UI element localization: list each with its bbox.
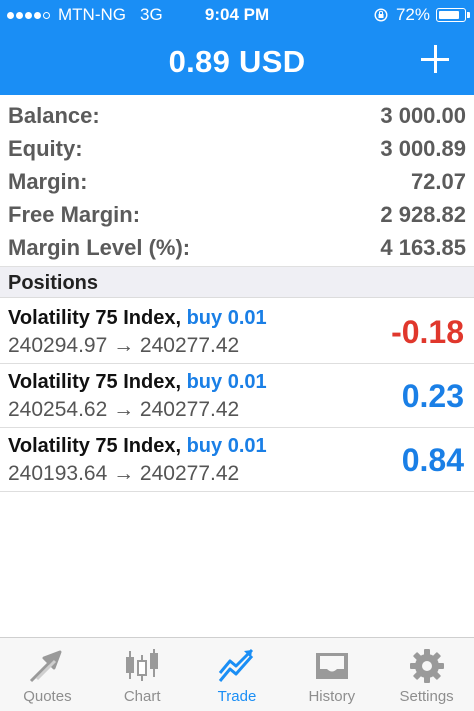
position-row[interactable]: Volatility 75 Index, buy 0.01 240193.64 … (0, 428, 474, 492)
position-symbol: Volatility 75 Index, (8, 435, 182, 457)
position-title: Volatility 75 Index, buy 0.01 (8, 371, 267, 394)
tab-label: History (308, 688, 356, 705)
position-type: buy 0.01 (186, 307, 267, 329)
trend-line-icon (218, 648, 254, 682)
battery-percent: 72% (395, 5, 430, 24)
position-prices: 240294.97 → 240277.42 (8, 334, 240, 357)
margin-level-row: Margin Level (%): 4 163.85 (0, 231, 474, 264)
position-prices: 240254.62 → 240277.42 (8, 398, 240, 421)
candlestick-icon (126, 649, 159, 681)
tab-history[interactable]: History (284, 638, 379, 711)
app-header: MTN-NG 3G 9:04 PM 72% 0.89 USD (0, 0, 474, 95)
balance-row: Balance: 3 000.00 (0, 99, 474, 132)
battery-icon (436, 8, 470, 22)
position-prices: 240193.64 → 240277.42 (8, 462, 240, 485)
margin-row: Margin: 72.07 (0, 165, 474, 198)
equity-row: Equity: 3 000.89 (0, 132, 474, 165)
inbox-tray-icon (315, 653, 348, 679)
plus-icon[interactable] (418, 42, 452, 76)
margin-level-value: 4 163.85 (380, 234, 466, 260)
tab-label: Settings (399, 688, 454, 705)
position-type: buy 0.01 (186, 371, 267, 393)
balance-label: Balance: (8, 102, 100, 128)
free-margin-value: 2 928.82 (380, 201, 466, 227)
equity-label: Equity: (8, 135, 83, 161)
balance-value: 3 000.00 (380, 102, 466, 128)
position-symbol: Volatility 75 Index, (8, 307, 182, 329)
tab-label: Chart (123, 688, 161, 705)
positions-header: Positions (0, 266, 474, 298)
position-row[interactable]: Volatility 75 Index, buy 0.01 240294.97 … (0, 300, 474, 364)
status-bar: MTN-NG 3G 9:04 PM 72% (0, 0, 474, 30)
margin-label: Margin: (8, 168, 88, 194)
gear-icon (409, 649, 444, 683)
free-margin-row: Free Margin: 2 928.82 (0, 198, 474, 231)
tab-label: Quotes (23, 688, 72, 705)
position-title: Volatility 75 Index, buy 0.01 (8, 435, 267, 458)
quotes-arrows-icon (30, 650, 62, 683)
position-symbol: Volatility 75 Index, (8, 371, 182, 393)
margin-value: 72.07 (410, 168, 466, 194)
free-margin-label: Free Margin: (8, 201, 141, 227)
rotation-lock-icon (374, 8, 388, 22)
position-type: buy 0.01 (186, 435, 267, 457)
position-row[interactable]: Volatility 75 Index, buy 0.01 240254.62 … (0, 364, 474, 428)
page-title: 0.89 USD (168, 44, 306, 79)
tab-chart[interactable]: Chart (95, 638, 190, 711)
account-summary: Balance: 3 000.00 Equity: 3 000.89 Margi… (0, 99, 474, 264)
tab-trade[interactable]: Trade (190, 638, 285, 711)
tab-bar: Quotes Chart Trade History Settings (0, 637, 474, 711)
position-profit: 0.23 (401, 378, 464, 414)
positions-list: Volatility 75 Index, buy 0.01 240294.97 … (0, 300, 474, 492)
margin-level-label: Margin Level (%): (8, 234, 191, 260)
position-profit: 0.84 (401, 442, 464, 478)
position-profit: -0.18 (391, 314, 464, 350)
equity-value: 3 000.89 (380, 135, 466, 161)
tab-settings[interactable]: Settings (379, 638, 474, 711)
tab-quotes[interactable]: Quotes (0, 638, 95, 711)
position-title: Volatility 75 Index, buy 0.01 (8, 307, 267, 330)
tab-label: Trade (217, 688, 257, 705)
status-right: 72% (374, 0, 470, 30)
